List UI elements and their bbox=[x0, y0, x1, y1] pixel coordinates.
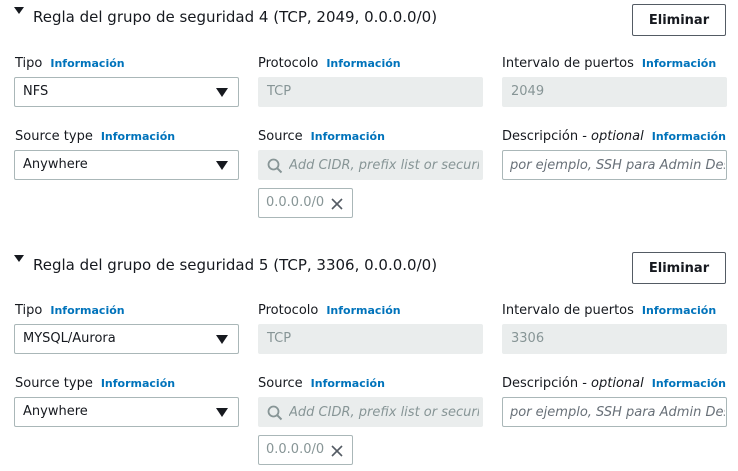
search-icon bbox=[267, 405, 283, 421]
tipo-label-row: Tipo Información bbox=[15, 301, 125, 319]
source-info-link[interactable]: Información bbox=[311, 130, 385, 143]
remove-token-icon[interactable] bbox=[330, 197, 344, 211]
desc-info-link[interactable]: Información bbox=[652, 130, 726, 143]
tipo-info-link[interactable]: Información bbox=[50, 57, 124, 70]
protocolo-field: TCP bbox=[258, 77, 483, 107]
caret-down-icon[interactable] bbox=[14, 255, 24, 262]
source-label: Source bbox=[258, 375, 303, 391]
tipo-label-row: Tipo Información bbox=[15, 54, 125, 72]
source-search-field[interactable] bbox=[258, 397, 483, 427]
source-type-info-link[interactable]: Información bbox=[101, 377, 175, 390]
dropdown-arrow-icon bbox=[216, 161, 228, 170]
tipo-select[interactable]: NFS bbox=[14, 77, 239, 107]
puertos-value: 2049 bbox=[511, 84, 545, 99]
desc-input[interactable] bbox=[510, 398, 725, 426]
protocolo-label: Protocolo bbox=[258, 55, 319, 71]
source-type-select[interactable]: Anywhere bbox=[14, 150, 239, 180]
puertos-label-row: Intervalo de puertos Información bbox=[502, 54, 716, 72]
rule-title[interactable]: Regla del grupo de seguridad 4 (TCP, 204… bbox=[33, 8, 437, 26]
desc-info-link[interactable]: Información bbox=[652, 377, 726, 390]
rule-title[interactable]: Regla del grupo de seguridad 5 (TCP, 330… bbox=[33, 256, 437, 274]
desc-field[interactable] bbox=[502, 150, 727, 180]
source-label: Source bbox=[258, 128, 303, 144]
source-type-info-link[interactable]: Información bbox=[101, 130, 175, 143]
puertos-info-link[interactable]: Información bbox=[642, 304, 716, 317]
protocolo-label-row: Protocolo Información bbox=[258, 54, 401, 72]
source-token-value: 0.0.0.0/0 bbox=[266, 195, 325, 210]
desc-label: Descripción - optional bbox=[502, 129, 644, 144]
tipo-select-value: MYSQL/Aurora bbox=[23, 331, 116, 346]
desc-input[interactable] bbox=[510, 151, 725, 179]
source-info-link[interactable]: Información bbox=[311, 377, 385, 390]
delete-rule-button[interactable]: Eliminar bbox=[632, 252, 726, 284]
source-label-row: Source Información bbox=[258, 127, 385, 145]
security-group-rule-4: Regla del grupo de seguridad 4 (TCP, 204… bbox=[0, 0, 738, 230]
source-search-input[interactable] bbox=[289, 151, 479, 179]
protocolo-label-row: Protocolo Información bbox=[258, 301, 401, 319]
dropdown-arrow-icon bbox=[216, 335, 228, 344]
protocolo-info-link[interactable]: Información bbox=[326, 304, 400, 317]
caret-down-icon[interactable] bbox=[14, 7, 24, 14]
source-search-input[interactable] bbox=[289, 398, 479, 426]
desc-label-text: Descripción - bbox=[502, 375, 592, 391]
puertos-label: Intervalo de puertos bbox=[502, 302, 634, 318]
source-token-value: 0.0.0.0/0 bbox=[266, 442, 325, 457]
source-type-label: Source type bbox=[15, 128, 93, 144]
tipo-info-link[interactable]: Información bbox=[50, 304, 124, 317]
dropdown-arrow-icon bbox=[216, 408, 228, 417]
puertos-value: 3306 bbox=[511, 331, 545, 346]
protocolo-label: Protocolo bbox=[258, 302, 319, 318]
remove-token-icon[interactable] bbox=[330, 444, 344, 458]
protocolo-value: TCP bbox=[267, 331, 292, 346]
tipo-select-value: NFS bbox=[23, 84, 49, 99]
source-label-row: Source Información bbox=[258, 374, 385, 392]
desc-label-row: Descripción - optional Información bbox=[502, 127, 726, 145]
tipo-label: Tipo bbox=[15, 302, 43, 318]
rule-header: Regla del grupo de seguridad 5 (TCP, 330… bbox=[0, 248, 738, 286]
puertos-label-row: Intervalo de puertos Información bbox=[502, 301, 716, 319]
protocolo-field: TCP bbox=[258, 324, 483, 354]
source-token: 0.0.0.0/0 bbox=[258, 435, 353, 465]
rule-header: Regla del grupo de seguridad 4 (TCP, 204… bbox=[0, 0, 738, 38]
delete-rule-button[interactable]: Eliminar bbox=[632, 4, 726, 36]
tipo-select[interactable]: MYSQL/Aurora bbox=[14, 324, 239, 354]
puertos-field: 2049 bbox=[502, 77, 727, 107]
desc-optional: optional bbox=[591, 375, 644, 391]
desc-label-text: Descripción - bbox=[502, 128, 592, 144]
source-search-field[interactable] bbox=[258, 150, 483, 180]
search-icon bbox=[267, 158, 283, 174]
dropdown-arrow-icon bbox=[216, 88, 228, 97]
source-token: 0.0.0.0/0 bbox=[258, 188, 353, 218]
puertos-label: Intervalo de puertos bbox=[502, 55, 634, 71]
desc-label: Descripción - optional bbox=[502, 376, 644, 391]
source-type-value: Anywhere bbox=[23, 404, 88, 419]
puertos-info-link[interactable]: Información bbox=[642, 57, 716, 70]
protocolo-info-link[interactable]: Información bbox=[326, 57, 400, 70]
security-group-rule-5: Regla del grupo de seguridad 5 (TCP, 330… bbox=[0, 248, 738, 471]
desc-label-row: Descripción - optional Información bbox=[502, 374, 726, 392]
desc-field[interactable] bbox=[502, 397, 727, 427]
source-type-value: Anywhere bbox=[23, 157, 88, 172]
tipo-label: Tipo bbox=[15, 55, 43, 71]
source-type-label-row: Source type Información bbox=[15, 374, 175, 392]
desc-optional: optional bbox=[591, 128, 644, 144]
puertos-field: 3306 bbox=[502, 324, 727, 354]
source-type-label-row: Source type Información bbox=[15, 127, 175, 145]
source-type-label: Source type bbox=[15, 375, 93, 391]
protocolo-value: TCP bbox=[267, 84, 292, 99]
source-type-select[interactable]: Anywhere bbox=[14, 397, 239, 427]
